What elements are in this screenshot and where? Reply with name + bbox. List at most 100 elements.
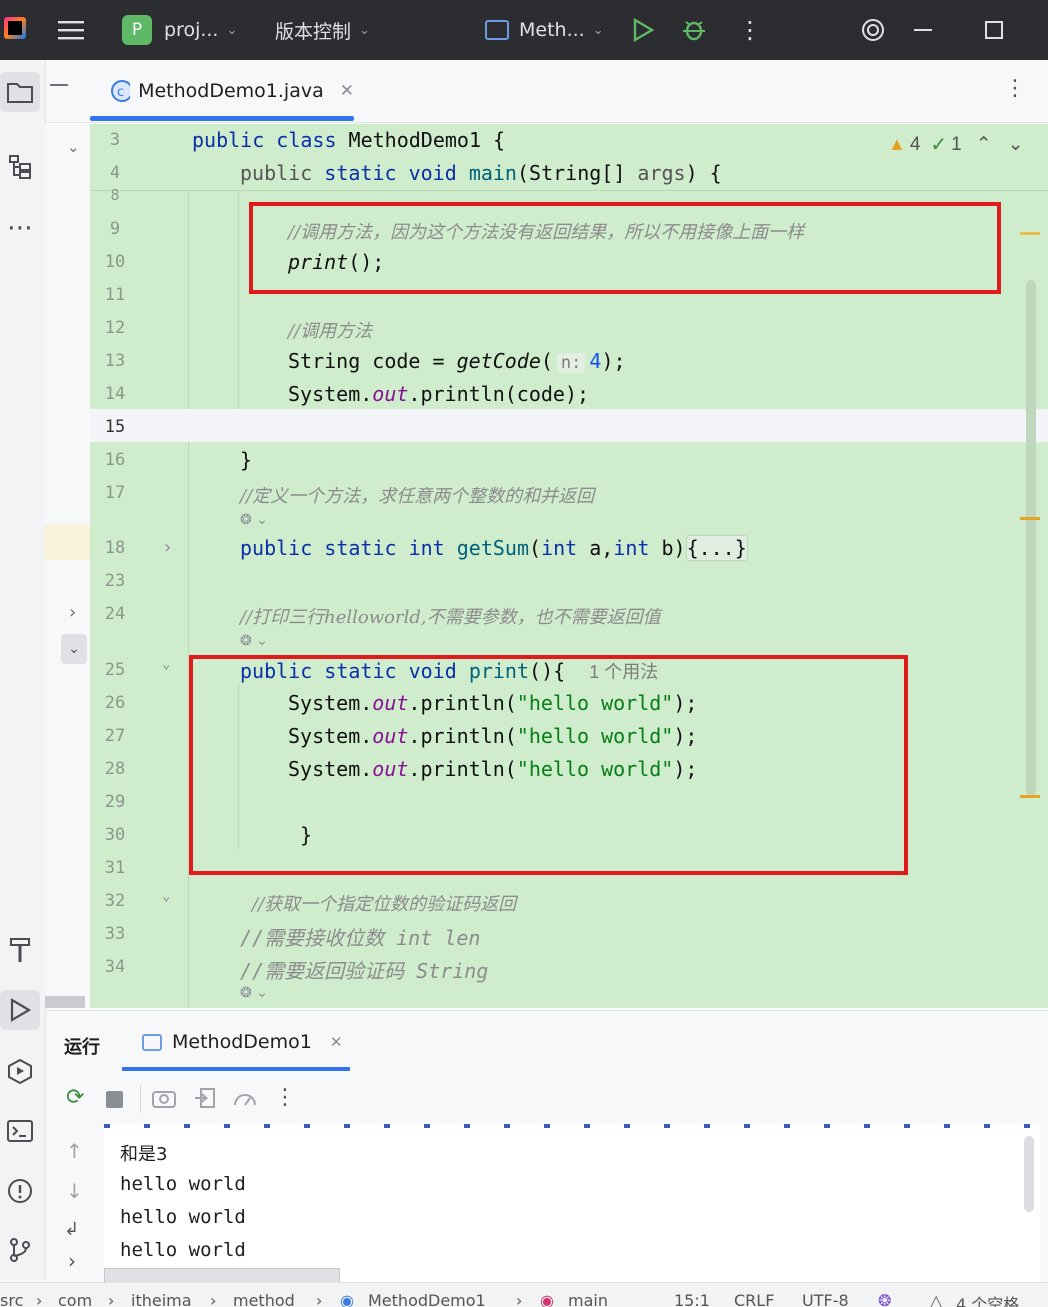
code-line: } [240,448,253,472]
run-button[interactable] [632,0,654,60]
build-hammer-icon[interactable] [0,930,40,970]
ai-action-icon[interactable]: ❂ ⌄ [240,985,268,1001]
breadcrumb-subpackage[interactable]: method [233,1291,295,1307]
console-vscrollbar[interactable] [1024,1136,1034,1212]
intellij-logo[interactable] [4,17,26,39]
editor-tab-bar: c MethodDemo1.java ✕ ⋮ [46,60,1048,123]
line-number: 14 [104,384,126,404]
editor-tab[interactable]: c MethodDemo1.java ✕ [90,60,354,122]
debug-button[interactable] [681,0,707,60]
breadcrumb-method[interactable]: main [568,1291,608,1307]
code-editor[interactable]: 3 4 8 9 10 11 12 13 14 15 16 17 18 23 24… [90,124,1048,1008]
left-tool-window-bar: ⋯ [0,60,46,1280]
ai-action-icon[interactable]: ❂ ⌄ [240,633,268,649]
run-tab-label: MethodDemo1 [172,1031,312,1053]
chevron-right-icon[interactable]: › [69,602,76,623]
console-output[interactable]: 和是3 hello world hello world hello world [104,1124,1040,1282]
java-class-icon: c [111,80,131,102]
console-line: hello world [120,1206,246,1228]
ai-action-icon[interactable]: ❂ ⌄ [240,512,268,528]
line-separator[interactable]: CRLF [734,1291,774,1307]
main-menu-icon[interactable] [58,0,84,60]
ai-icon[interactable]: ❂ [878,1291,891,1307]
tab-options-icon[interactable]: ⋮ [1004,76,1026,101]
lock-icon[interactable]: △ [930,1291,942,1307]
more-actions-icon[interactable]: ⋮ [738,0,762,60]
line-number: 8 [110,186,120,204]
warning-marker[interactable] [1020,795,1040,798]
minimize-icon[interactable] [914,0,932,60]
import-icon[interactable] [194,1087,216,1113]
breadcrumb-src[interactable]: src [0,1291,23,1307]
run-config-icon [485,20,509,40]
editor-scrollbar-thumb[interactable] [1026,280,1036,796]
project-folder-icon[interactable] [0,72,40,112]
soft-wrap-icon[interactable]: ↲ [64,1219,79,1240]
chevron-up-icon[interactable]: ⌃ [976,133,992,156]
line-number: 16 [104,450,126,470]
vcs-menu[interactable]: 版本控制 ⌄ [275,0,370,60]
more-tools-icon[interactable]: ⋯ [0,208,40,248]
chevron-right-icon: › [210,1291,217,1307]
maximize-icon[interactable] [985,0,1003,60]
chevron-down-icon[interactable]: ⌄ [162,656,170,672]
chevron-down-icon[interactable]: ⌄ [162,888,170,904]
arrow-up-icon[interactable]: ↑ [66,1139,83,1163]
line-number: 31 [104,858,126,878]
line-number: 18 [104,538,126,558]
rerun-icon[interactable]: ⟳ [66,1085,84,1110]
chevron-right-icon: › [516,1291,523,1307]
structure-icon[interactable] [0,147,40,187]
line-number: 29 [104,792,126,812]
chevron-right-icon[interactable]: › [68,1249,76,1273]
project-name: proj... [164,19,219,41]
line-number: 32 [104,891,126,911]
stop-icon[interactable] [106,1091,123,1108]
line-number: 11 [104,285,126,305]
collapse-icon[interactable] [50,84,68,86]
close-icon[interactable]: ✕ [330,1033,343,1051]
console-line: hello world [120,1173,246,1195]
project-selector[interactable]: P proj... ⌄ [122,0,237,60]
line-number: 17 [104,483,126,503]
line-number: 25 [104,660,126,680]
chevron-right-icon[interactable]: › [162,537,173,558]
breadcrumb-package[interactable]: itheima [131,1291,192,1307]
arrow-down-icon[interactable]: ↓ [66,1179,83,1203]
profiler-icon[interactable] [232,1087,258,1113]
run-config-name: Meth... [519,19,585,41]
git-branch-icon[interactable] [0,1230,40,1270]
indent-setting[interactable]: 4 个空格 [956,1291,1019,1307]
chevron-right-icon: › [316,1291,323,1307]
warning-marker[interactable] [1020,517,1040,520]
scroll-thumb[interactable] [45,996,85,1008]
ai-assistant-icon[interactable] [860,0,886,60]
run-config-selector[interactable]: Meth... ⌄ [485,0,604,60]
chevron-down-icon[interactable]: ⌄ [1008,133,1024,156]
chevron-down-icon[interactable]: ⌄ [67,138,80,156]
line-number: 9 [109,219,121,239]
current-line-marker [45,524,90,560]
problems-icon[interactable] [0,1171,40,1211]
line-number: 27 [104,726,126,746]
line-number: 24 [104,604,126,624]
inspection-widget[interactable]: ▲ 4 ✓ 1 ⌃ ⌄ [888,132,1024,157]
active-tab-underline [122,1067,350,1071]
more-actions-icon[interactable]: ⋮ [274,1085,296,1110]
console-hscrollbar[interactable] [104,1268,340,1282]
breadcrumb-class[interactable]: MethodDemo1 [368,1291,486,1307]
warning-marker[interactable] [1020,232,1040,235]
caret-position[interactable]: 15:1 [674,1291,710,1307]
breadcrumb-com[interactable]: com [58,1291,92,1307]
warning-icon: ▲ [888,134,906,154]
close-icon[interactable]: ✕ [340,81,354,101]
services-icon[interactable] [0,1051,40,1091]
camera-icon[interactable] [152,1087,176,1113]
file-encoding[interactable]: UTF-8 [802,1291,849,1307]
run-config-tab[interactable]: MethodDemo1 ✕ [142,1031,342,1053]
run-tool-icon[interactable] [0,990,40,1030]
chevron-down-icon[interactable]: ⌄ [61,634,87,664]
terminal-icon[interactable] [0,1111,40,1151]
line-number: 13 [104,351,126,371]
code-line: public static void main(String[] args) { [240,161,722,185]
